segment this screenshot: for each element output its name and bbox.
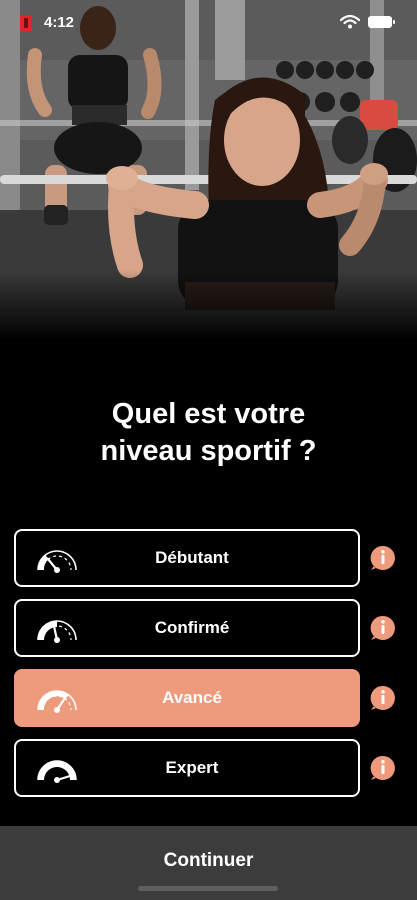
option-label: Expert: [165, 758, 219, 777]
option-label: Confirmé: [154, 618, 230, 637]
status-time: 4:12: [44, 14, 75, 31]
question-line-1: Quel est votre: [111, 398, 306, 430]
continue-label: Continuer: [163, 850, 254, 871]
option-avance[interactable]: Avancé: [14, 669, 360, 727]
hero-gym-photo: [0, 0, 417, 340]
status-bar: 4:12: [0, 0, 417, 44]
home-indicator[interactable]: [138, 886, 278, 891]
question-line-2: niveau sportif ?: [100, 435, 317, 467]
option-expert[interactable]: Expert: [14, 739, 360, 797]
option-label: Avancé: [162, 688, 222, 707]
option-confirme[interactable]: Confirmé: [14, 599, 360, 657]
hero-fade-overlay: [0, 270, 417, 340]
info-icon[interactable]: [370, 615, 396, 641]
info-icon[interactable]: [370, 545, 396, 571]
option-label: Débutant: [155, 548, 229, 567]
wifi-icon: [340, 14, 360, 29]
recording-icon: [20, 15, 32, 31]
info-icon[interactable]: [370, 755, 396, 781]
info-icon[interactable]: [370, 685, 396, 711]
option-debutant[interactable]: Débutant: [14, 529, 360, 587]
question-title: Quel est votre niveau sportif ?: [0, 396, 417, 470]
battery-icon: [368, 16, 395, 28]
